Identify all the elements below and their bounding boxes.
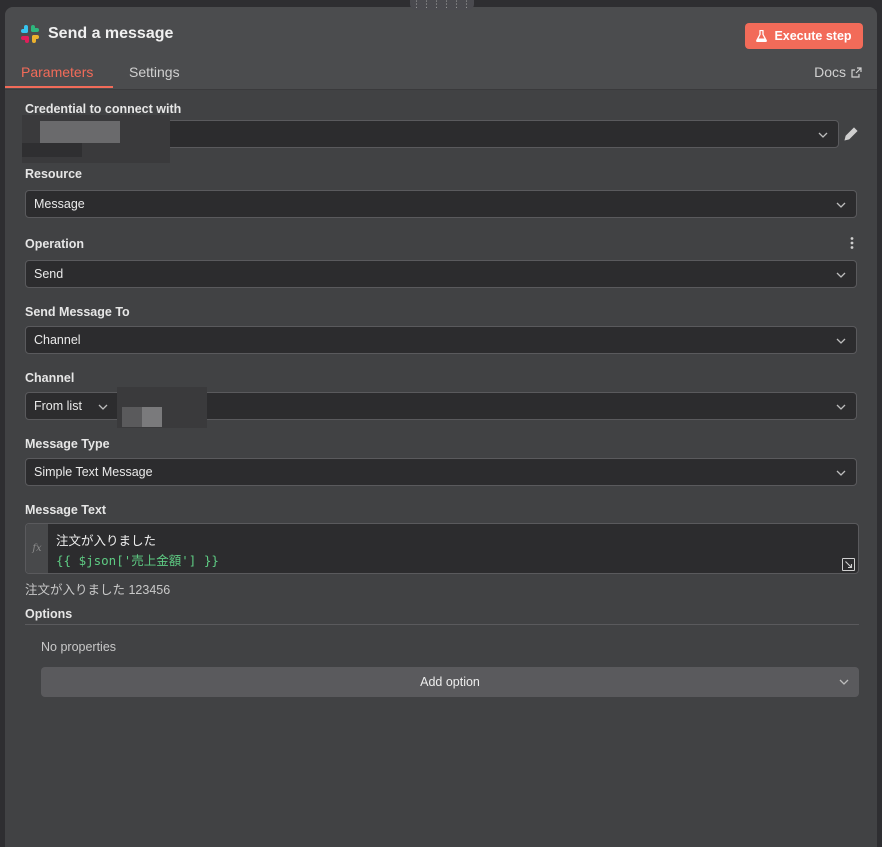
- channel-label: Channel: [25, 371, 75, 385]
- execute-step-label: Execute step: [774, 29, 852, 43]
- chevron-down-icon: [818, 132, 828, 138]
- operation-value: Send: [34, 267, 64, 281]
- tab-parameters[interactable]: Parameters: [21, 64, 93, 80]
- send-to-select[interactable]: Channel: [25, 326, 857, 354]
- message-text-expression[interactable]: {{ $json['売上金額'] }}: [56, 550, 219, 569]
- tab-bar: Parameters Settings Docs: [5, 64, 877, 89]
- tab-settings[interactable]: Settings: [129, 64, 180, 80]
- more-vertical-icon[interactable]: [849, 236, 855, 250]
- chevron-down-icon: [836, 272, 846, 278]
- expand-icon[interactable]: [842, 558, 855, 571]
- message-text-editor[interactable]: fx 注文が入りました {{ $json['売上金額'] }}: [25, 523, 859, 574]
- message-text-line1[interactable]: 注文が入りました: [56, 530, 156, 549]
- docs-link[interactable]: Docs: [814, 64, 862, 80]
- panel-header: Send a message Execute step Parameters S…: [5, 7, 877, 90]
- channel-mode-value[interactable]: From list: [34, 399, 82, 413]
- external-link-icon: [851, 66, 862, 78]
- add-option-label: Add option: [420, 675, 480, 689]
- expression-fx-icon: fx: [26, 524, 48, 573]
- send-to-label: Send Message To: [25, 305, 130, 319]
- expression-result-preview: 注文が入りました 123456: [25, 583, 171, 597]
- credential-label: Credential to connect with: [25, 102, 182, 116]
- message-type-label: Message Type: [25, 437, 110, 451]
- drag-handle[interactable]: ⋮⋮⋮⋮⋮⋮: [410, 0, 474, 10]
- chevron-down-icon: [836, 470, 846, 476]
- chevron-down-icon: [836, 202, 846, 208]
- message-text-label: Message Text: [25, 503, 107, 517]
- title-row: Send a message: [21, 25, 173, 43]
- message-type-select[interactable]: Simple Text Message: [25, 458, 857, 486]
- operation-label: Operation: [25, 237, 85, 251]
- resource-label: Resource: [25, 167, 82, 181]
- message-type-value: Simple Text Message: [34, 465, 153, 479]
- chevron-down-icon: [839, 679, 849, 685]
- pencil-icon[interactable]: [843, 126, 859, 142]
- options-divider: [25, 624, 859, 625]
- docs-label: Docs: [814, 64, 846, 80]
- resource-value: Message: [34, 197, 85, 211]
- options-label: Options: [25, 607, 73, 621]
- chevron-down-icon: [836, 338, 846, 344]
- add-option-button[interactable]: Add option: [41, 667, 859, 697]
- no-properties-text: No properties: [41, 640, 117, 654]
- chevron-down-icon[interactable]: [96, 400, 110, 414]
- execute-step-button[interactable]: Execute step: [745, 23, 863, 49]
- flask-icon: [756, 30, 768, 42]
- slack-logo-icon: [21, 25, 39, 43]
- redacted-credential: [22, 115, 170, 163]
- operation-select[interactable]: Send: [25, 260, 857, 288]
- chevron-down-icon: [836, 404, 846, 410]
- redacted-channel: [117, 387, 207, 428]
- resource-select[interactable]: Message: [25, 190, 857, 218]
- active-tab-indicator: [5, 86, 113, 88]
- node-panel: Send a message Execute step Parameters S…: [5, 7, 877, 847]
- send-to-value: Channel: [34, 333, 81, 347]
- node-title[interactable]: Send a message: [48, 25, 173, 43]
